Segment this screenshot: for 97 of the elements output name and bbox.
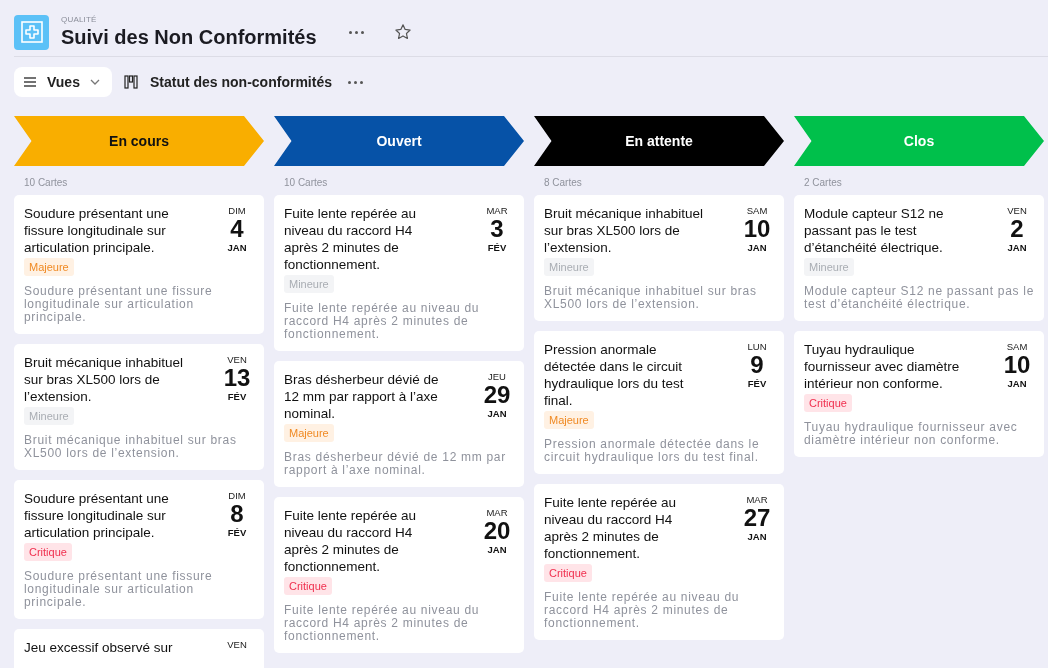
card-title: Fuite lente repérée au niveau du raccord H4 après 2 minutes de fonctionnement. — [544, 494, 678, 562]
stage-header: Ouvert — [274, 116, 524, 166]
card-description: Soudure présentant une fissure longitudinale sur articulation principale. — [24, 285, 214, 324]
issue-card[interactable]: Pression anormale détectée dans le circuit hydraulique lors du test final. LUN 9 FÉV Majeure Pression anormale détectée dans le circuit hydraulique lors du test final. — [534, 331, 784, 474]
stage-header: En cours — [14, 116, 264, 166]
card-description: Bras désherbeur dévié de 12 mm par rapport à l’axe nominal. — [284, 451, 507, 477]
weekday: JEU — [488, 371, 506, 382]
weekday: SAM — [1006, 341, 1028, 352]
issue-card[interactable]: Soudure présentant une fissure longitudinale sur articulation principale. DIM 8 FÉV Critique Soudure présentant une fissure longitudinale sur articulation principale. — [14, 480, 264, 619]
card-title: Pression anormale détectée dans le circuit hydraulique lors du test final. — [544, 341, 685, 409]
card-title: Soudure présentant une fissure longitudinale sur articulation principale. — [24, 205, 170, 256]
card-description: Tuyau hydraulique fournisseur avec diamètre intérieur non conforme. — [804, 421, 1019, 447]
card-count: 2 Cartes — [803, 176, 843, 190]
weekday: SAM — [746, 205, 768, 216]
month: FÉV — [227, 391, 247, 402]
stage-header: En attente — [534, 116, 784, 166]
card-title: Tuyau hydraulique fournisseur avec diamètre intérieur non conforme. — [804, 341, 961, 392]
issue-card[interactable]: Bruit mécanique inhabituel sur bras XL500 lors de l’extension. SAM 10 JAN Mineure Bruit mécanique inhabituel sur bras XL500 lors de l’extension. — [534, 195, 784, 321]
card-title: Module capteur S12 ne passant pas le test d’étanchéité électrique. — [804, 205, 945, 256]
day-number: 27 — [743, 505, 771, 531]
weekday: MAR — [486, 507, 508, 518]
severity-tag: Mineure — [804, 258, 854, 276]
card-description: Soudure présentant une fissure longitudinale sur articulation principale. — [24, 570, 214, 609]
weekday: VEN — [1007, 205, 1027, 216]
card-description: Fuite lente repérée au niveau du raccord H4 après 2 minutes de fonctionnement. — [284, 302, 481, 341]
weekday: MAR — [746, 494, 768, 505]
month: JAN — [747, 531, 767, 542]
card-description: Fuite lente repérée au niveau du raccord H4 après 2 minutes de fonctionnement. — [544, 591, 741, 630]
section-label: QUALITÉ — [61, 15, 98, 24]
day-number: 29 — [483, 382, 511, 408]
card-title: Bruit mécanique inhabituel sur bras XL500 lors de l’extension. — [24, 354, 185, 405]
card-title: Fuite lente repérée au niveau du raccord H4 après 2 minutes de fonctionnement. — [284, 205, 418, 273]
weekday: LUN — [747, 341, 767, 352]
issue-card[interactable]: Fuite lente repérée au niveau du raccord H4 après 2 minutes de fonctionnement. MAR 27 JAN Critique Fuite lente repérée au niveau du raccord H4 après 2 minutes de fonctionnement. — [534, 484, 784, 640]
issue-card[interactable]: Fuite lente repérée au niveau du raccord H4 après 2 minutes de fonctionnement. MAR 20 JAN Critique Fuite lente repérée au niveau du raccord H4 après 2 minutes de fonctionnement. — [274, 497, 524, 653]
star-icon[interactable] — [393, 23, 412, 41]
severity-tag: Mineure — [24, 407, 74, 425]
severity-tag: Majeure — [284, 424, 334, 442]
board-name: Statut des non-conformités — [149, 74, 332, 90]
month: JAN — [487, 544, 507, 555]
severity-tag: Critique — [804, 394, 852, 412]
month: FÉV — [747, 378, 767, 389]
card-description: Fuite lente repérée au niveau du raccord H4 après 2 minutes de fonctionnement. — [284, 604, 481, 643]
card-count: 10 Cartes — [283, 176, 329, 190]
card-title: Bruit mécanique inhabituel sur bras XL500 lors de l’extension. — [544, 205, 705, 256]
stage-header: Clos — [794, 116, 1044, 166]
card-title: Bras désherbeur dévié de 12 mm par rapport à l’axe nominal. — [284, 371, 440, 422]
month: JAN — [1007, 378, 1027, 389]
weekday: DIM — [228, 490, 246, 501]
card-count: 10 Cartes — [23, 176, 69, 190]
issue-card[interactable]: Bruit mécanique inhabituel sur bras XL500 lors de l’extension. VEN 13 FÉV Mineure Bruit mécanique inhabituel sur bras XL500 lors de l’extension. — [14, 344, 264, 470]
month: JAN — [227, 242, 247, 253]
card-count: 8 Cartes — [543, 176, 583, 190]
day-number: 9 — [750, 352, 764, 378]
chevron-down-icon — [89, 79, 100, 85]
page-title: Suivi des Non Conformités — [61, 26, 317, 49]
day-number: 8 — [230, 501, 244, 527]
issue-card[interactable]: Soudure présentant une fissure longitudinale sur articulation principale. DIM 4 JAN Majeure Soudure présentant une fissure longitudinale sur articulation principale. — [14, 195, 264, 334]
month: JAN — [487, 408, 507, 419]
medical-cross-icon — [14, 14, 49, 50]
card-description: Pression anormale détectée dans le circuit hydraulique lors du test final. — [544, 438, 761, 464]
board-icon — [123, 75, 138, 89]
severity-tag: Mineure — [544, 258, 594, 276]
card-description: Module capteur S12 ne passant pas le test d’étanchéité électrique. — [804, 285, 1034, 311]
day-number: 4 — [230, 216, 244, 242]
day-number: 20 — [483, 518, 511, 544]
severity-tag: Mineure — [284, 275, 334, 293]
card-title: Soudure présentant une fissure longitudinale sur articulation principale. — [24, 490, 170, 541]
weekday: MAR — [486, 205, 508, 216]
month: FÉV — [227, 527, 247, 538]
month: FÉV — [487, 242, 507, 253]
severity-tag: Critique — [24, 543, 72, 561]
card-title: Jeu excessif observé sur — [24, 639, 174, 656]
weekday: VEN — [227, 639, 247, 650]
day-number: 13 — [223, 365, 251, 391]
issue-card[interactable]: Fuite lente repérée au niveau du raccord H4 après 2 minutes de fonctionnement. MAR 3 FÉV Mineure Fuite lente repérée au niveau du raccord H4 après 2 minutes de fonctionnement. — [274, 195, 524, 351]
day-number: 2 — [1010, 216, 1024, 242]
month: JAN — [747, 242, 767, 253]
views-dropdown[interactable]: Vues — [14, 67, 112, 97]
card-description: Bruit mécanique inhabituel sur bras XL500 lors de l’extension. — [544, 285, 758, 311]
day-number: 10 — [743, 216, 771, 242]
severity-tag: Critique — [284, 577, 332, 595]
issue-card[interactable]: Tuyau hydraulique fournisseur avec diamètre intérieur non conforme. SAM 10 JAN Critique Tuyau hydraulique fournisseur avec diamètre intérieur non conforme. — [794, 331, 1044, 457]
issue-card[interactable]: Bras désherbeur dévié de 12 mm par rapport à l’axe nominal. JEU 29 JAN Majeure Bras désherbeur dévié de 12 mm par rapport à l’axe nominal. — [274, 361, 524, 487]
issue-card[interactable]: Module capteur S12 ne passant pas le test d’étanchéité électrique. VEN 2 JAN Mineure Module capteur S12 ne passant pas le test d’étanchéité électrique. — [794, 195, 1044, 321]
card-title: Fuite lente repérée au niveau du raccord H4 après 2 minutes de fonctionnement. — [284, 507, 418, 575]
weekday: VEN — [227, 354, 247, 365]
severity-tag: Majeure — [24, 258, 74, 276]
issue-card[interactable]: Jeu excessif observé sur VEN — [14, 629, 264, 668]
weekday: DIM — [228, 205, 246, 216]
day-number: 3 — [490, 216, 504, 242]
menu-icon — [23, 76, 37, 88]
day-number: 10 — [1003, 352, 1031, 378]
severity-tag: Critique — [544, 564, 592, 582]
month: JAN — [1007, 242, 1027, 253]
card-description: Bruit mécanique inhabituel sur bras XL500 lors de l’extension. — [24, 434, 238, 460]
severity-tag: Majeure — [544, 411, 594, 429]
